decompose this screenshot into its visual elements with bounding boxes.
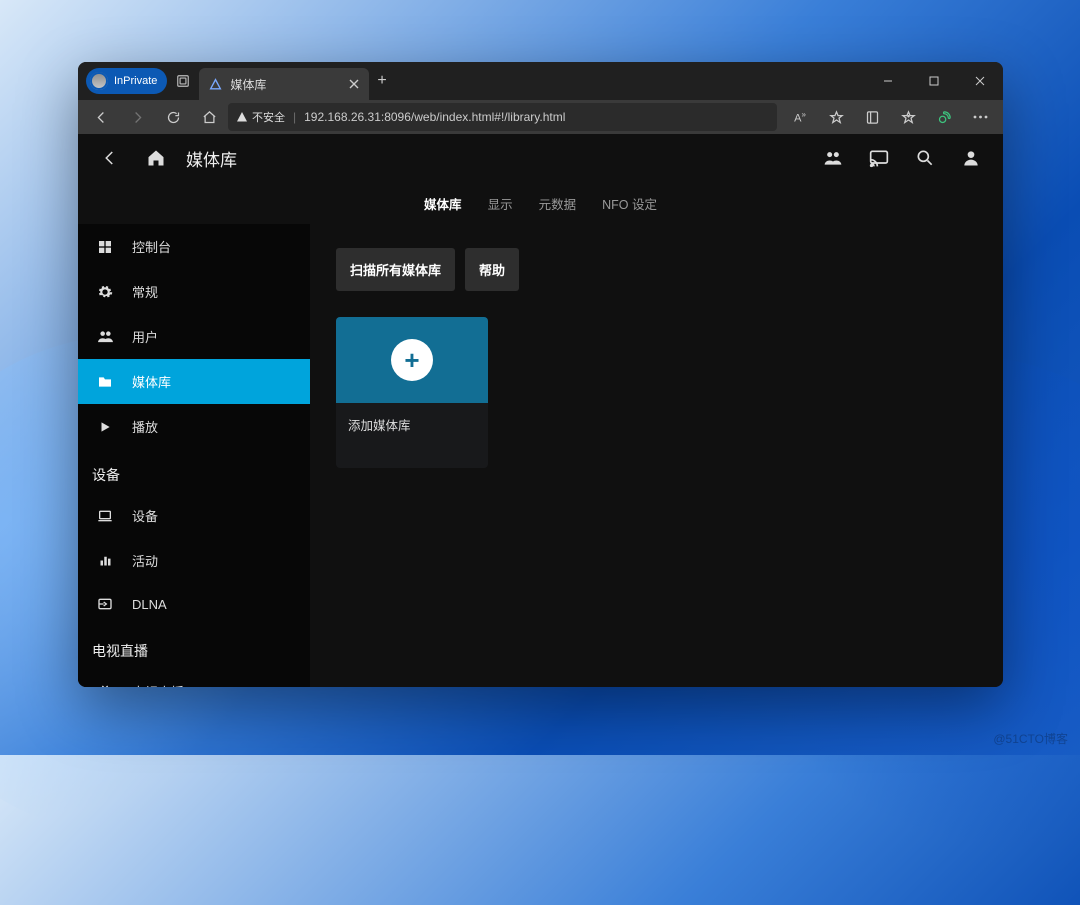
tv-icon — [96, 684, 114, 688]
favorite-button[interactable] — [819, 100, 853, 134]
chart-icon — [96, 553, 114, 568]
user-button[interactable] — [955, 148, 987, 168]
help-button[interactable]: 帮助 — [465, 248, 519, 291]
sidebar-header: 设备 — [78, 449, 310, 493]
plus-icon: + — [391, 339, 433, 381]
gear-icon — [96, 284, 114, 300]
sidebar-item-label: 设备 — [132, 506, 158, 525]
sidebar-item-play[interactable]: 播放 — [78, 404, 310, 449]
sidebar-item-dashboard[interactable]: 控制台 — [78, 224, 310, 269]
browser-tab[interactable]: 媒体库 — [199, 68, 369, 100]
app-home-button[interactable] — [140, 148, 172, 168]
tab-title: 媒体库 — [230, 76, 266, 93]
dashboard-icon — [96, 239, 114, 255]
sync-play-button[interactable] — [817, 148, 849, 168]
folder-icon — [96, 374, 114, 390]
refresh-button[interactable] — [156, 100, 190, 134]
window-controls — [865, 62, 1003, 100]
browser-window: InPrivate 媒体库 + 不安全 — [78, 62, 1003, 687]
forward-button[interactable] — [120, 100, 154, 134]
play-icon — [96, 420, 114, 434]
avatar-icon — [90, 72, 108, 90]
sidebar-item-label: 媒体库 — [132, 372, 171, 391]
sidebar-item-label: DLNA — [132, 597, 167, 612]
back-button[interactable] — [84, 100, 118, 134]
add-library-label: 添加媒体库 — [336, 403, 488, 468]
sidebar-item-gear[interactable]: 常规 — [78, 269, 310, 314]
app-header: 媒体库 — [78, 134, 1003, 182]
address-bar: 不安全 | 192.168.26.31:8096/web/index.html#… — [78, 100, 1003, 134]
favicon-icon — [209, 78, 222, 91]
people-icon — [96, 328, 114, 345]
extensions-button[interactable] — [927, 100, 961, 134]
sidebar-item-label: 活动 — [132, 551, 158, 570]
close-tab-icon[interactable] — [349, 79, 359, 89]
sidebar-item-label: 用户 — [132, 327, 158, 346]
sidebar-item-chart[interactable]: 活动 — [78, 538, 310, 583]
new-tab-button[interactable]: + — [377, 72, 386, 90]
cast-button[interactable] — [863, 148, 895, 168]
workspaces-icon[interactable] — [167, 74, 199, 88]
close-window-button[interactable] — [957, 62, 1003, 100]
tab-1[interactable]: 显示 — [488, 194, 513, 213]
inprivate-label: InPrivate — [114, 75, 157, 87]
input-icon — [96, 596, 114, 612]
sidebar-item-laptop[interactable]: 设备 — [78, 493, 310, 538]
main-content: 扫描所有媒体库 帮助 + 添加媒体库 — [310, 224, 1003, 687]
sidebar-item-people[interactable]: 用户 — [78, 314, 310, 359]
page-title: 媒体库 — [186, 146, 237, 171]
collections-button[interactable] — [891, 100, 925, 134]
sidebar-item-label: 控制台 — [132, 237, 171, 256]
page-tabs: 媒体库 显示 元数据 NFO 设定 — [78, 182, 1003, 224]
app-page: 媒体库 媒体库显示元数据NFO 设定 控制台常规用户媒体库播放设备设备活动DLN… — [78, 134, 1003, 687]
url-text: 192.168.26.31:8096/web/index.html#!/libr… — [304, 110, 565, 124]
sidebar-item-label: 常规 — [132, 282, 158, 301]
sidebar-item-input[interactable]: DLNA — [78, 583, 310, 625]
sidebar-item-label: 播放 — [132, 417, 158, 436]
scan-all-button[interactable]: 扫描所有媒体库 — [336, 248, 455, 291]
sidebar-item-label: 电视直播 — [132, 682, 184, 687]
tab-2[interactable]: 元数据 — [539, 194, 577, 213]
laptop-icon — [96, 508, 114, 524]
warning-icon — [236, 111, 248, 123]
sidebar: 控制台常规用户媒体库播放设备设备活动DLNA电视直播电视直播数字录像机高级联网 — [78, 224, 310, 687]
tab-3[interactable]: NFO 设定 — [602, 194, 657, 213]
add-library-card[interactable]: + 添加媒体库 — [336, 317, 488, 468]
tab-0[interactable]: 媒体库 — [424, 194, 462, 213]
read-aloud-button[interactable]: A» — [783, 100, 817, 134]
maximize-button[interactable] — [911, 62, 957, 100]
sidebar-header: 电视直播 — [78, 625, 310, 669]
more-button[interactable] — [963, 100, 997, 134]
watermark: @51CTO博客 — [993, 730, 1068, 747]
sidebar-item-folder[interactable]: 媒体库 — [78, 359, 310, 404]
titlebar: InPrivate 媒体库 + — [78, 62, 1003, 100]
search-button[interactable] — [909, 148, 941, 168]
security-warning[interactable]: 不安全 — [236, 109, 285, 125]
reading-list-button[interactable] — [855, 100, 889, 134]
minimize-button[interactable] — [865, 62, 911, 100]
home-button[interactable] — [192, 100, 226, 134]
security-warning-label: 不安全 — [252, 109, 285, 125]
sidebar-item-tv[interactable]: 电视直播 — [78, 669, 310, 687]
url-box[interactable]: 不安全 | 192.168.26.31:8096/web/index.html#… — [228, 103, 777, 131]
app-back-button[interactable] — [94, 149, 126, 167]
inprivate-badge[interactable]: InPrivate — [86, 68, 167, 94]
